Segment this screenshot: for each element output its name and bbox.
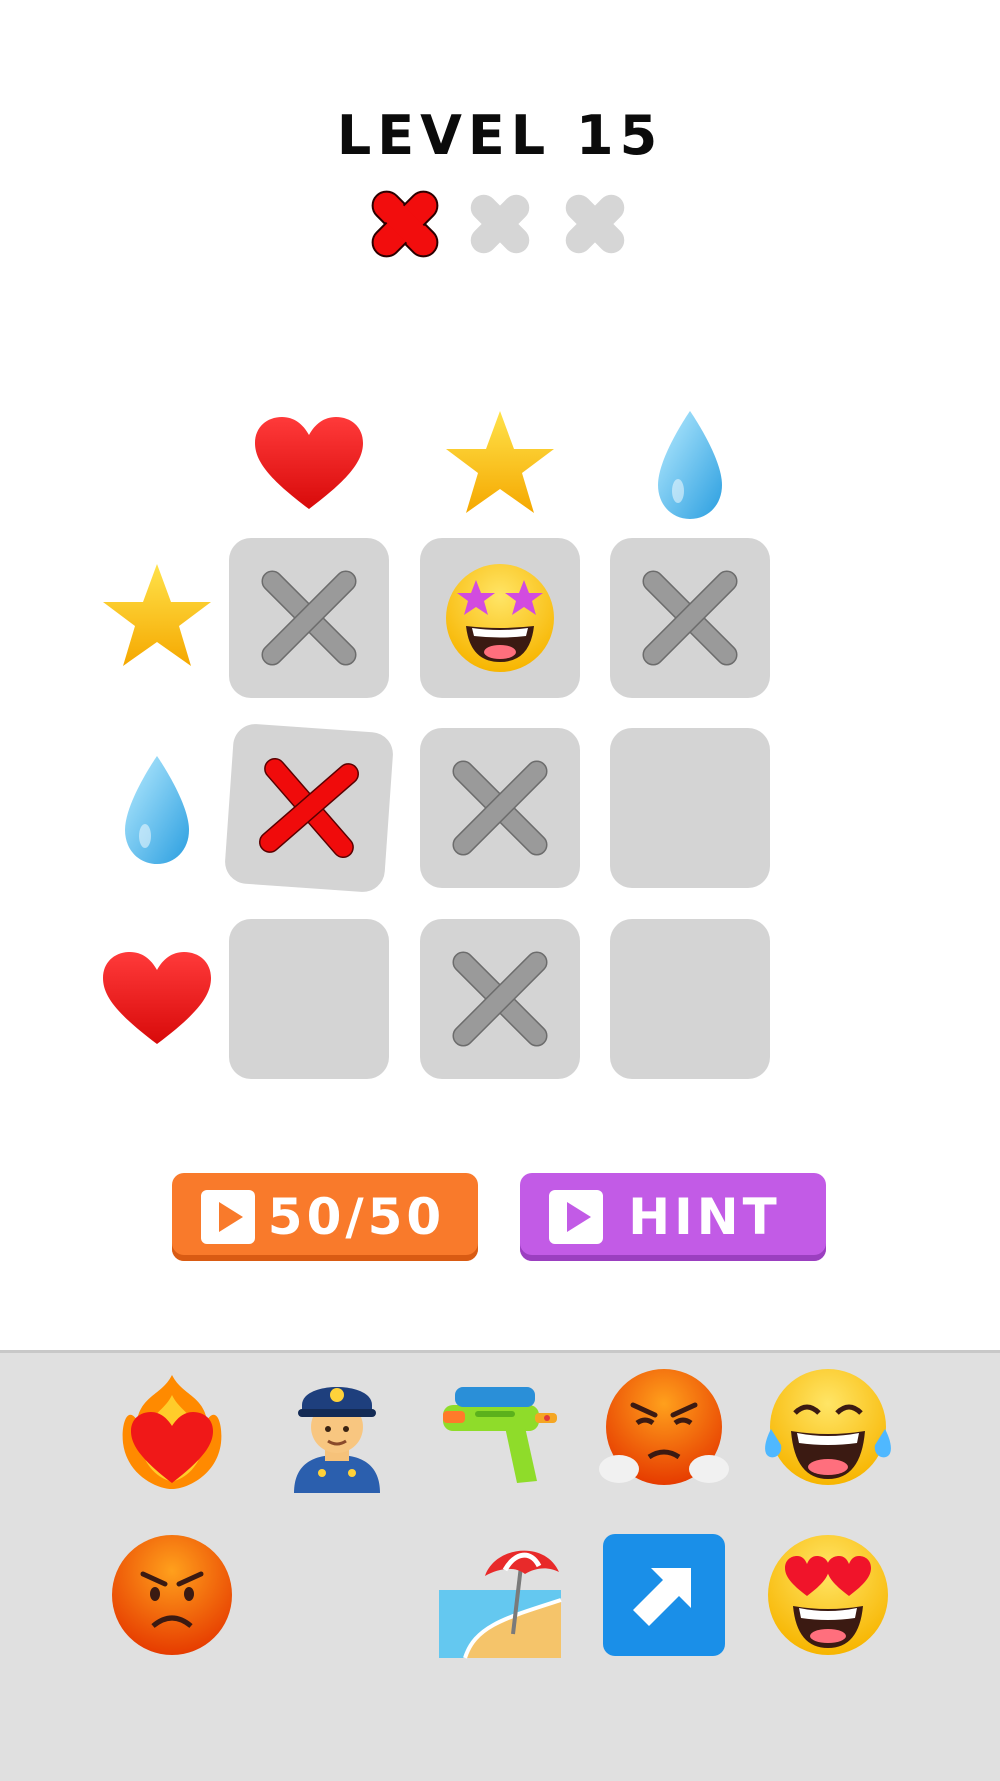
life-lost-icon	[371, 190, 439, 258]
x-mark-icon	[642, 570, 738, 666]
droplet-icon	[97, 750, 217, 870]
droplet-icon	[630, 405, 750, 525]
x-mark-icon	[452, 951, 548, 1047]
x-mark-icon	[261, 570, 357, 666]
wrong-x-mark-icon	[259, 758, 359, 858]
angry-face-icon[interactable]	[107, 1530, 237, 1660]
grid-cell-empty[interactable]	[610, 728, 770, 888]
emoji-tray	[0, 1350, 1000, 1781]
hint-label: HINT	[628, 1188, 781, 1246]
tears-of-joy-icon[interactable]	[763, 1365, 893, 1495]
grid-cell-empty[interactable]	[229, 919, 389, 1079]
water-pistol-icon[interactable]	[435, 1365, 565, 1495]
life-remaining-icon	[565, 194, 625, 254]
grid-cell[interactable]	[420, 919, 580, 1079]
level-title: LEVEL 15	[336, 104, 664, 167]
heart-on-fire-icon[interactable]	[107, 1365, 237, 1495]
star-icon	[440, 405, 560, 525]
grid-cell[interactable]	[420, 538, 580, 698]
face-with-steam-icon[interactable]	[599, 1365, 729, 1495]
play-video-icon	[549, 1190, 603, 1244]
fifty-fifty-label: 50/50	[267, 1188, 446, 1246]
star-icon	[97, 558, 217, 678]
grid-cell-wrong[interactable]	[223, 722, 395, 894]
star-struck-emoji-icon	[446, 564, 554, 672]
police-officer-icon[interactable]	[272, 1365, 402, 1495]
heart-icon	[97, 940, 217, 1060]
grid-cell-empty[interactable]	[610, 919, 770, 1079]
lives-indicator	[363, 182, 643, 266]
grid-cell[interactable]	[229, 538, 389, 698]
play-video-icon	[201, 1190, 255, 1244]
heart-icon	[249, 405, 369, 525]
fifty-fifty-button[interactable]: 50/50	[172, 1173, 478, 1261]
life-remaining-icon	[470, 194, 530, 254]
grid-cell[interactable]	[420, 728, 580, 888]
heart-eyes-icon[interactable]	[763, 1530, 893, 1660]
grid-cell[interactable]	[610, 538, 770, 698]
hint-button[interactable]: HINT	[520, 1173, 826, 1261]
x-mark-icon	[452, 760, 548, 856]
beach-umbrella-icon[interactable]	[435, 1530, 565, 1660]
up-right-arrow-icon[interactable]	[599, 1530, 729, 1660]
